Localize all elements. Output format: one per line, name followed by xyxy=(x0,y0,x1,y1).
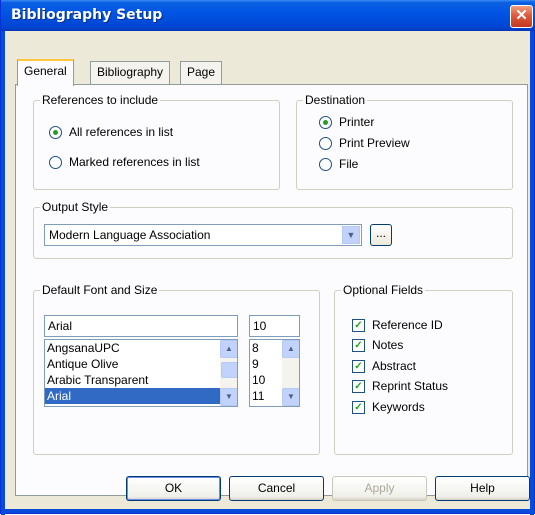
checkmark-icon: ✓ xyxy=(352,318,365,332)
browse-styles-button[interactable]: ... xyxy=(370,224,392,246)
scroll-up-icon[interactable]: ▲ xyxy=(282,340,299,358)
checkbox-reprint-status[interactable]: ✓ Reprint Status xyxy=(352,379,448,393)
output-style-value: Modern Language Association xyxy=(49,228,211,242)
font-list-scrollbar[interactable]: ▲ ▼ xyxy=(220,340,237,406)
destination-legend: Destination xyxy=(303,93,368,107)
list-item[interactable]: Arial xyxy=(45,388,237,404)
tab-page[interactable]: Page xyxy=(180,61,223,84)
font-name-input[interactable]: Arial xyxy=(44,315,238,337)
font-size-input[interactable]: 10 xyxy=(249,315,300,337)
window-frame-bottom xyxy=(1,509,535,513)
radio-label: Printer xyxy=(339,115,375,129)
title-bar[interactable]: Bibliography Setup ✕ xyxy=(1,0,535,31)
dialog-content: General Bibliography Page References to … xyxy=(5,31,532,511)
tab-panel-general: References to include All references in … xyxy=(15,84,528,496)
output-style-group: Output Style Modern Language Association… xyxy=(33,200,513,259)
size-list[interactable]: 8 9 10 11 ▲ ▼ xyxy=(249,339,300,407)
checkbox-abstract[interactable]: ✓ Abstract xyxy=(352,359,416,373)
radio-print-preview[interactable]: Print Preview xyxy=(319,136,410,150)
checkbox-notes[interactable]: ✓ Notes xyxy=(352,338,403,352)
list-item[interactable]: Antique Olive xyxy=(45,356,237,372)
window-frame-left xyxy=(1,31,5,515)
radio-indicator xyxy=(319,115,332,129)
font-size-group: Default Font and Size Arial 10 AngsanaUP… xyxy=(33,283,320,455)
radio-label: Marked references in list xyxy=(69,155,200,169)
radio-marked-references[interactable]: Marked references in list xyxy=(49,155,200,169)
font-size-legend: Default Font and Size xyxy=(40,283,160,297)
size-list-scrollbar[interactable]: ▲ ▼ xyxy=(282,340,299,406)
optional-fields-legend: Optional Fields xyxy=(341,283,426,297)
ok-button[interactable]: OK xyxy=(126,476,221,501)
radio-printer[interactable]: Printer xyxy=(319,115,374,129)
dialog-window: Bibliography Setup ✕ General Bibliograph… xyxy=(0,0,535,515)
radio-indicator xyxy=(49,125,62,139)
help-button[interactable]: Help xyxy=(435,476,530,501)
close-icon: ✕ xyxy=(515,7,528,24)
checkbox-reference-id[interactable]: ✓ Reference ID xyxy=(352,318,443,332)
tab-page-label: Page xyxy=(187,65,216,79)
scroll-thumb[interactable] xyxy=(221,362,237,378)
checkbox-label: Notes xyxy=(372,338,404,352)
window-title: Bibliography Setup xyxy=(11,7,163,23)
radio-all-references[interactable]: All references in list xyxy=(49,125,173,139)
checkmark-icon: ✓ xyxy=(352,359,365,373)
optional-fields-group: Optional Fields ✓ Reference ID ✓ Notes ✓… xyxy=(334,283,513,455)
close-button[interactable]: ✕ xyxy=(510,5,533,28)
checkbox-label: Reference ID xyxy=(372,318,443,332)
radio-label: Print Preview xyxy=(339,136,410,150)
apply-button[interactable]: Apply xyxy=(332,476,427,501)
checkmark-icon: ✓ xyxy=(352,400,365,414)
font-size-value: 10 xyxy=(253,319,267,333)
radio-indicator xyxy=(319,136,332,150)
window-frame-right xyxy=(530,31,534,515)
checkmark-icon: ✓ xyxy=(352,379,365,393)
chevron-down-icon[interactable]: ▼ xyxy=(342,226,360,244)
scroll-down-icon[interactable]: ▼ xyxy=(220,388,237,406)
scroll-down-icon[interactable]: ▼ xyxy=(282,388,299,406)
checkbox-label: Keywords xyxy=(372,400,425,414)
scroll-up-icon[interactable]: ▲ xyxy=(220,340,237,358)
tab-general-label: General xyxy=(24,64,67,78)
checkbox-keywords[interactable]: ✓ Keywords xyxy=(352,400,425,414)
radio-label: All references in list xyxy=(69,125,174,139)
radio-indicator xyxy=(319,157,332,171)
references-group: References to include All references in … xyxy=(33,93,280,190)
font-list[interactable]: AngsanaUPC Antique Olive Arabic Transpar… xyxy=(44,339,238,407)
tab-general[interactable]: General xyxy=(17,59,74,86)
list-item[interactable]: AngsanaUPC xyxy=(45,340,237,356)
cancel-button[interactable]: Cancel xyxy=(229,476,324,501)
destination-group: Destination Printer Print Preview File xyxy=(296,93,513,190)
output-style-select[interactable]: Modern Language Association ▼ xyxy=(44,224,362,246)
tab-bibliography[interactable]: Bibliography xyxy=(90,61,171,84)
references-legend: References to include xyxy=(40,93,161,107)
radio-indicator xyxy=(49,155,62,169)
tab-bibliography-label: Bibliography xyxy=(97,65,164,79)
font-name-value: Arial xyxy=(48,319,73,333)
checkbox-label: Reprint Status xyxy=(372,379,449,393)
list-item[interactable]: Arabic Transparent xyxy=(45,372,237,388)
browse-label: ... xyxy=(375,226,386,240)
radio-label: File xyxy=(339,157,359,171)
output-style-legend: Output Style xyxy=(40,200,111,214)
radio-file[interactable]: File xyxy=(319,157,358,171)
checkbox-label: Abstract xyxy=(372,359,417,373)
checkmark-icon: ✓ xyxy=(352,338,365,352)
